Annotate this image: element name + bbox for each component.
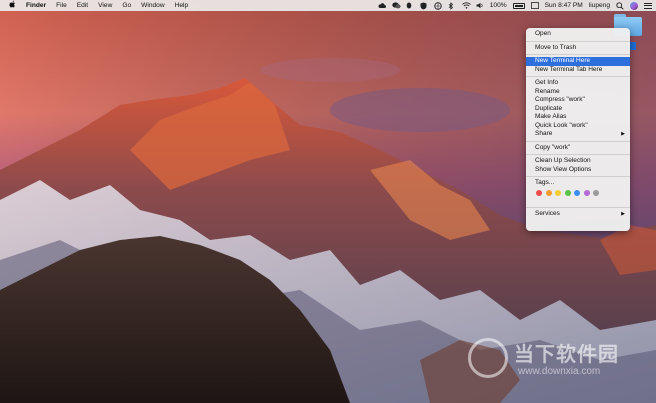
tag-gray-dot[interactable]	[593, 190, 599, 196]
menu-help[interactable]: Help	[175, 2, 189, 9]
menu-item-copy[interactable]: Copy "work"	[526, 144, 630, 153]
menu-separator	[526, 206, 630, 208]
menu-separator	[526, 54, 630, 55]
cloud-icon[interactable]	[378, 2, 386, 9]
submenu-arrow-icon: ▶	[621, 210, 625, 217]
menu-view[interactable]: View	[98, 2, 112, 9]
notification-center-icon[interactable]	[644, 2, 652, 9]
menu-item-compress[interactable]: Compress "work"	[526, 96, 630, 105]
tag-purple-dot[interactable]	[583, 190, 590, 196]
tag-orange-dot[interactable]	[545, 190, 552, 196]
menu-item-share-label: Share	[535, 130, 553, 137]
siri-icon[interactable]	[630, 1, 638, 10]
desktop: Finder File Edit View Go Window Help 100…	[0, 0, 656, 403]
menu-separator	[526, 176, 630, 177]
battery-icon[interactable]	[512, 2, 525, 9]
watermark: 当下软件园 www.downxia.com	[468, 336, 638, 382]
menu-item-tags[interactable]: Tags...	[526, 179, 630, 188]
menu-bar: Finder File Edit View Go Window Help 100…	[0, 0, 656, 11]
bluetooth-icon[interactable]	[448, 2, 456, 10]
watermark-logo-icon	[468, 338, 508, 378]
tag-yellow-dot[interactable]	[555, 190, 561, 196]
menu-item-new-terminal-here[interactable]: New Terminal Here	[526, 57, 630, 66]
menu-separator	[526, 76, 630, 77]
qq-icon[interactable]	[406, 2, 414, 9]
menu-go[interactable]: Go	[122, 2, 131, 9]
tag-green-dot[interactable]	[564, 190, 571, 196]
spotlight-search-icon[interactable]	[616, 2, 624, 10]
user-name[interactable]: liupeng	[589, 2, 610, 9]
menu-item-new-terminal-tab-here[interactable]: New Terminal Tab Here	[526, 66, 630, 75]
menu-item-show-view-options[interactable]: Show View Options	[526, 166, 630, 175]
menu-item-share[interactable]: Share ▶	[526, 130, 630, 139]
tag-blue-dot[interactable]	[574, 190, 580, 196]
menu-item-make-alias[interactable]: Make Alias	[526, 113, 630, 122]
context-menu: Open Move to Trash New Terminal Here New…	[526, 28, 630, 231]
clock[interactable]: Sun 8:47 PM	[545, 2, 583, 9]
menu-window[interactable]: Window	[141, 2, 164, 9]
menu-item-rename[interactable]: Rename	[526, 88, 630, 97]
browser-icon[interactable]	[433, 2, 442, 10]
menu-item-services[interactable]: Services ▶	[526, 210, 630, 219]
menu-item-get-info[interactable]: Get Info	[526, 79, 630, 88]
apple-menu-icon[interactable]	[8, 0, 16, 11]
menu-item-move-to-trash[interactable]: Move to Trash	[526, 44, 630, 53]
battery-percent[interactable]: 100%	[490, 2, 507, 9]
menu-item-open[interactable]: Open	[526, 30, 630, 39]
volume-icon[interactable]	[476, 2, 484, 9]
menu-item-quick-look[interactable]: Quick Look "work"	[526, 122, 630, 131]
menu-edit[interactable]: Edit	[77, 2, 88, 9]
watermark-url: www.downxia.com	[518, 366, 601, 377]
menu-separator	[526, 154, 630, 155]
tag-red-dot[interactable]	[536, 190, 542, 196]
input-source-icon[interactable]	[530, 2, 539, 9]
watermark-chinese-text: 当下软件园	[514, 344, 619, 366]
shield-icon[interactable]	[420, 2, 428, 10]
submenu-arrow-icon: ▶	[621, 131, 625, 137]
menu-item-duplicate[interactable]: Duplicate	[526, 105, 630, 114]
menu-file[interactable]: File	[56, 2, 67, 9]
wechat-icon[interactable]	[392, 2, 401, 9]
menu-item-clean-up-selection[interactable]: Clean Up Selection	[526, 157, 630, 166]
app-name-finder[interactable]: Finder	[26, 2, 46, 9]
tag-color-row	[526, 188, 630, 199]
menu-separator	[526, 140, 630, 142]
menu-separator	[526, 40, 630, 42]
menu-item-services-label: Services	[535, 209, 560, 217]
wifi-icon[interactable]	[461, 2, 471, 9]
